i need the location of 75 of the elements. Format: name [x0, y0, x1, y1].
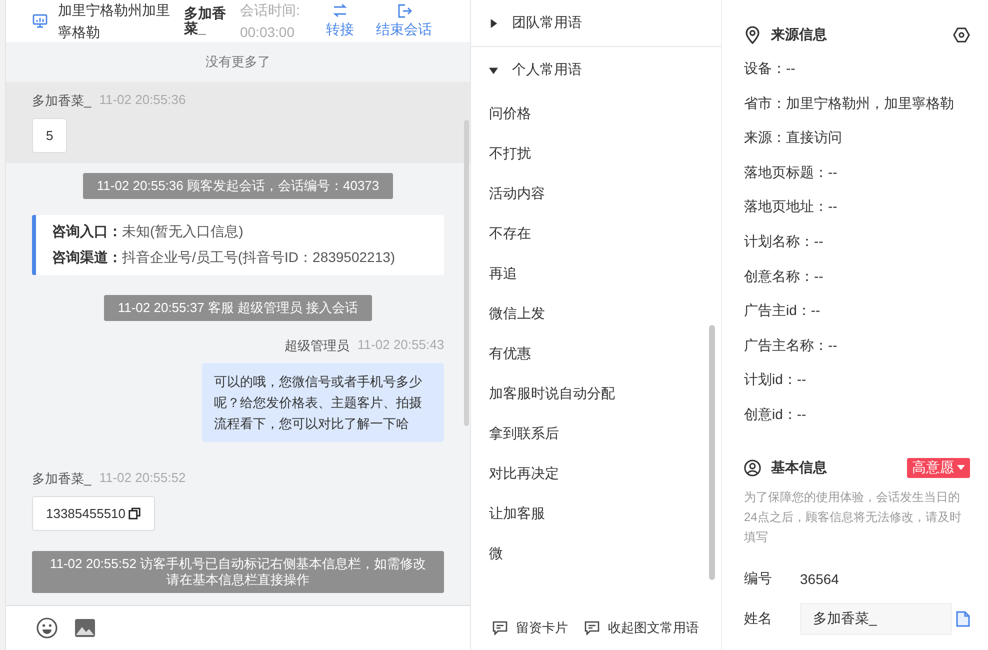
- message-bubble: 5: [32, 118, 68, 153]
- phrase-item[interactable]: 对比再决定: [471, 453, 721, 493]
- info-note: 为了保障您的使用体验，会话发生当日的24点之后，顾客信息将无法修改，请及时填写: [744, 488, 962, 546]
- phrase-item[interactable]: 微信上发: [471, 293, 721, 333]
- source-field: 落地页标题：--: [744, 164, 838, 180]
- message-time: 11-02 20:55:36: [99, 92, 186, 109]
- source-field: 广告主id：--: [744, 302, 820, 318]
- message-time: 11-02 20:55:43: [358, 337, 444, 354]
- scrollbar[interactable]: [709, 325, 715, 580]
- section-title: 基本信息: [771, 458, 827, 477]
- duration-value: 00:03:00: [240, 23, 296, 42]
- image-icon[interactable]: [74, 617, 96, 639]
- document-icon[interactable]: [956, 610, 970, 627]
- caret-icon: [489, 18, 498, 28]
- scrollbar[interactable]: [464, 120, 470, 426]
- phrase-item[interactable]: 拿到联系后: [471, 413, 721, 453]
- swap-icon: [332, 3, 348, 19]
- field-value: 36564: [800, 570, 839, 587]
- message-icon: [584, 620, 600, 636]
- phrase-item[interactable]: 不打扰: [471, 133, 721, 173]
- visitor-name: 多加香菜_: [184, 6, 227, 36]
- system-message: 11-02 20:55:52 访客手机号已自动标记右侧基本信息栏，如需修改请在基本信息栏直接操作: [32, 551, 444, 593]
- name-field[interactable]: 多加香菜_: [800, 602, 952, 635]
- section-title: 来源信息: [771, 26, 827, 44]
- source-label: 咨询渠道：: [52, 249, 122, 265]
- settings-icon[interactable]: [953, 26, 970, 44]
- source-field: 来源：直接访问: [744, 129, 842, 146]
- emoji-icon[interactable]: [36, 617, 58, 639]
- phrase-item[interactable]: 不存在: [471, 213, 721, 253]
- source-field: 计划id：--: [744, 371, 806, 388]
- visitor-location: 加里宁格勒州加里寧格勒: [58, 1, 171, 42]
- phrase-item[interactable]: 问价格: [471, 93, 721, 133]
- field-label: 编号: [744, 570, 773, 588]
- message-icon: [492, 620, 508, 636]
- source-field: 广告主名称：--: [744, 336, 838, 353]
- intent-tag[interactable]: 高意愿: [907, 458, 970, 478]
- source-value: 抖音企业号/员工号(抖音号ID：2839502213): [122, 249, 396, 265]
- no-more-notice: 没有更多了: [204, 53, 272, 71]
- phrase-item[interactable]: 再追: [471, 253, 721, 293]
- message-bubble: 13385455510: [32, 496, 155, 531]
- phrase-group-header[interactable]: 个人常用语: [471, 50, 721, 90]
- sender-name: 多加香菜_: [32, 92, 92, 110]
- exit-icon: [396, 3, 412, 19]
- lead-card-button[interactable]: 留资卡片: [492, 619, 568, 637]
- end-session-button[interactable]: 结束会话: [370, 3, 438, 39]
- message-bubble: 可以的哦，您微信号或者手机号多少呢？给您发价格表、主题客片、拍摄流程看下，您可以对比了解一下哈: [202, 363, 444, 442]
- user-icon: [744, 458, 761, 477]
- sender-name: 超级管理员: [284, 337, 350, 355]
- phrase-item[interactable]: 加客服时说自动分配: [471, 373, 721, 413]
- phrase-item[interactable]: 微: [471, 533, 721, 573]
- source-field: 设备：--: [744, 60, 796, 76]
- system-message: 11-02 20:55:36 顾客发起会话，会话编号：40373: [82, 173, 394, 199]
- source-value: 未知(暂无入口信息): [122, 223, 244, 239]
- source-field: 计划名称：--: [744, 232, 824, 249]
- location-pin-icon: [744, 26, 761, 44]
- system-message: 11-02 20:55:37 客服 超级管理员 接入会话: [104, 295, 372, 321]
- source-field: 创意id：--: [744, 406, 806, 422]
- phrase-item[interactable]: 有优惠: [471, 333, 721, 373]
- transfer-button[interactable]: 转接: [320, 3, 360, 39]
- source-label: 咨询入口：: [52, 223, 122, 239]
- caret-icon: [489, 66, 498, 74]
- phrase-item[interactable]: 活动内容: [471, 173, 721, 213]
- phrase-group-header[interactable]: 团队常用语: [471, 3, 721, 43]
- message-time: 11-02 20:55:52: [99, 470, 186, 487]
- source-field: 省市：加里宁格勒州，加里寧格勒: [744, 94, 954, 111]
- caret-icon: [957, 465, 965, 470]
- source-field: 创意名称：--: [744, 268, 824, 284]
- sender-name: 多加香菜_: [32, 470, 92, 488]
- phrase-item[interactable]: 让加客服: [471, 493, 721, 533]
- source-field: 落地页地址：--: [744, 198, 838, 214]
- duration-label: 会话时间:: [240, 1, 301, 20]
- monitor-icon: [32, 13, 48, 29]
- field-label: 姓名: [744, 610, 773, 628]
- collapse-phrases-button[interactable]: 收起图文常用语: [584, 619, 699, 637]
- copy-icon[interactable]: [128, 507, 141, 520]
